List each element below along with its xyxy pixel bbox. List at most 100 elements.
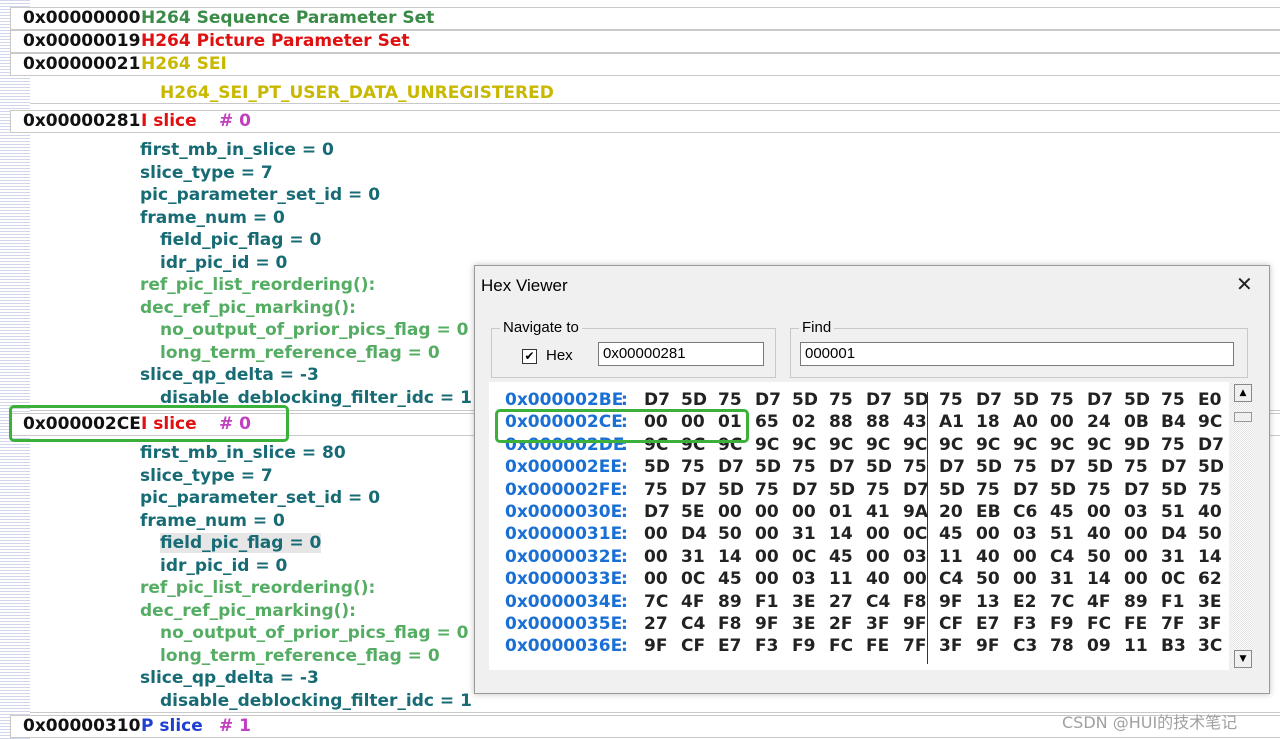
hex-byte[interactable]: F1 — [755, 591, 778, 613]
hex-byte[interactable]: 75 — [1050, 389, 1074, 411]
slice-field[interactable]: frame_num = 0 — [140, 511, 285, 531]
hex-byte[interactable]: 5D — [1013, 389, 1039, 411]
hex-byte[interactable]: F8 — [718, 613, 741, 635]
hex-byte[interactable]: 01 — [829, 501, 853, 523]
hex-byte[interactable]: 00 — [755, 546, 779, 568]
slice-field[interactable]: frame_num = 0 — [140, 208, 285, 228]
hex-byte[interactable]: 3F — [866, 613, 889, 635]
hex-byte[interactable]: 2F — [829, 613, 852, 635]
hex-byte[interactable]: D7 — [1161, 456, 1187, 478]
hex-byte[interactable]: 5D — [829, 479, 855, 501]
hex-checkbox[interactable]: ✔ — [522, 349, 537, 364]
hex-byte[interactable]: D7 — [829, 456, 855, 478]
hex-byte[interactable]: 14 — [1198, 546, 1222, 568]
hex-byte[interactable]: D7 — [1050, 456, 1076, 478]
hex-byte[interactable]: A1 — [939, 411, 964, 433]
hex-byte[interactable]: 7C — [1050, 591, 1074, 613]
hex-byte[interactable]: 3C — [1198, 635, 1222, 657]
hex-byte[interactable]: E0 — [1198, 389, 1221, 411]
hex-byte[interactable]: 9C — [866, 434, 890, 456]
hex-byte[interactable]: 00 — [755, 523, 779, 545]
hex-byte[interactable]: 00 — [792, 501, 816, 523]
slice-field[interactable]: field_pic_flag = 0 — [160, 533, 322, 553]
hex-byte[interactable]: F8 — [903, 591, 926, 613]
hex-byte[interactable]: 75 — [1087, 479, 1111, 501]
hex-byte[interactable]: F3 — [1013, 613, 1036, 635]
hex-byte[interactable]: 75 — [755, 479, 779, 501]
hex-byte[interactable]: 00 — [1124, 568, 1148, 590]
hex-byte[interactable]: 40 — [976, 546, 1000, 568]
hex-byte[interactable]: E7 — [718, 635, 741, 657]
hex-byte[interactable]: 9C — [939, 434, 963, 456]
hex-byte[interactable]: 40 — [1087, 523, 1111, 545]
hex-byte[interactable]: D7 — [903, 479, 929, 501]
hex-byte[interactable]: 4F — [1087, 591, 1110, 613]
nal-row-sps[interactable]: 0x00000000 H264 Sequence Parameter Set — [10, 7, 1280, 30]
close-icon[interactable]: ✕ — [1236, 272, 1253, 296]
hex-byte[interactable]: 5D — [1087, 456, 1113, 478]
hex-byte[interactable]: 75 — [718, 389, 742, 411]
hex-byte[interactable]: 75 — [976, 479, 1000, 501]
hex-byte[interactable]: 5D — [976, 456, 1002, 478]
slice-field[interactable]: idr_pic_id = 0 — [160, 556, 287, 576]
hex-byte[interactable]: 00 — [866, 546, 890, 568]
hex-byte[interactable]: 9A — [903, 501, 928, 523]
hex-byte[interactable]: C6 — [1013, 501, 1037, 523]
hex-byte[interactable]: 9C — [792, 434, 816, 456]
hex-byte[interactable]: 27 — [644, 613, 668, 635]
hex-byte[interactable]: D7 — [1087, 389, 1113, 411]
hex-byte[interactable]: EB — [976, 501, 1001, 523]
hex-byte[interactable]: 3E — [1198, 591, 1221, 613]
hex-byte[interactable]: 9C — [1013, 434, 1037, 456]
hex-byte[interactable]: 7F — [903, 635, 926, 657]
hex-byte[interactable]: 88 — [829, 411, 853, 433]
hex-byte[interactable]: 3F — [939, 635, 962, 657]
navigate-address-input[interactable]: 0x00000281 — [598, 342, 764, 366]
hex-byte[interactable]: 9D — [1124, 434, 1150, 456]
hex-byte[interactable]: FC — [1087, 613, 1111, 635]
hex-byte[interactable]: 9F — [644, 635, 667, 657]
hex-byte[interactable]: 9F — [903, 613, 926, 635]
hex-byte[interactable]: 9C — [755, 434, 779, 456]
hex-byte[interactable]: 5D — [792, 389, 818, 411]
hex-byte[interactable]: C4 — [939, 568, 963, 590]
hex-byte[interactable]: 00 — [1013, 568, 1037, 590]
hex-byte[interactable]: 75 — [1161, 434, 1185, 456]
hex-byte[interactable]: 45 — [829, 546, 853, 568]
slice-field[interactable]: ref_pic_list_reordering(): — [140, 578, 375, 598]
hex-byte[interactable]: 11 — [1124, 635, 1148, 657]
hex-byte[interactable]: 14 — [829, 523, 853, 545]
hex-byte[interactable]: D7 — [792, 479, 818, 501]
hex-byte[interactable]: FE — [1124, 613, 1147, 635]
slice-field[interactable]: long_term_reference_flag = 0 — [160, 343, 440, 363]
hex-byte[interactable]: B3 — [1161, 635, 1186, 657]
hex-byte[interactable]: 9C — [829, 434, 853, 456]
hex-byte[interactable]: C4 — [681, 613, 705, 635]
hex-byte[interactable]: 7C — [644, 591, 668, 613]
scroll-up-arrow-icon[interactable]: ▲ — [1234, 384, 1252, 402]
hex-byte[interactable]: 78 — [1050, 635, 1074, 657]
hex-byte[interactable]: 65 — [755, 411, 779, 433]
hex-byte[interactable]: 00 — [718, 501, 742, 523]
hex-byte[interactable]: 89 — [718, 591, 742, 613]
slice-field[interactable]: idr_pic_id = 0 — [160, 253, 287, 273]
hex-byte[interactable]: 5D — [1198, 456, 1224, 478]
hex-byte[interactable]: 5D — [644, 456, 670, 478]
hex-byte[interactable]: 9C — [1050, 434, 1074, 456]
hex-byte[interactable]: 0B — [1124, 411, 1149, 433]
slice-field[interactable]: dec_ref_pic_marking(): — [140, 298, 356, 318]
hex-byte[interactable]: 00 — [644, 546, 668, 568]
hex-byte[interactable]: F9 — [792, 635, 815, 657]
hex-byte[interactable]: 0C — [792, 546, 816, 568]
hex-byte[interactable]: 75 — [681, 456, 705, 478]
hex-byte[interactable]: 50 — [718, 523, 742, 545]
hex-byte[interactable]: 27 — [829, 591, 853, 613]
hex-byte[interactable]: C4 — [866, 591, 890, 613]
hex-byte[interactable]: 9C — [1087, 434, 1111, 456]
hex-scrollbar[interactable]: ▲ ▼ — [1231, 382, 1253, 670]
hex-byte[interactable]: 75 — [903, 456, 927, 478]
hex-byte[interactable]: 00 — [1124, 523, 1148, 545]
hex-byte[interactable]: 31 — [681, 546, 705, 568]
hex-byte[interactable]: 0C — [681, 568, 705, 590]
hex-byte[interactable]: 9F — [755, 613, 778, 635]
